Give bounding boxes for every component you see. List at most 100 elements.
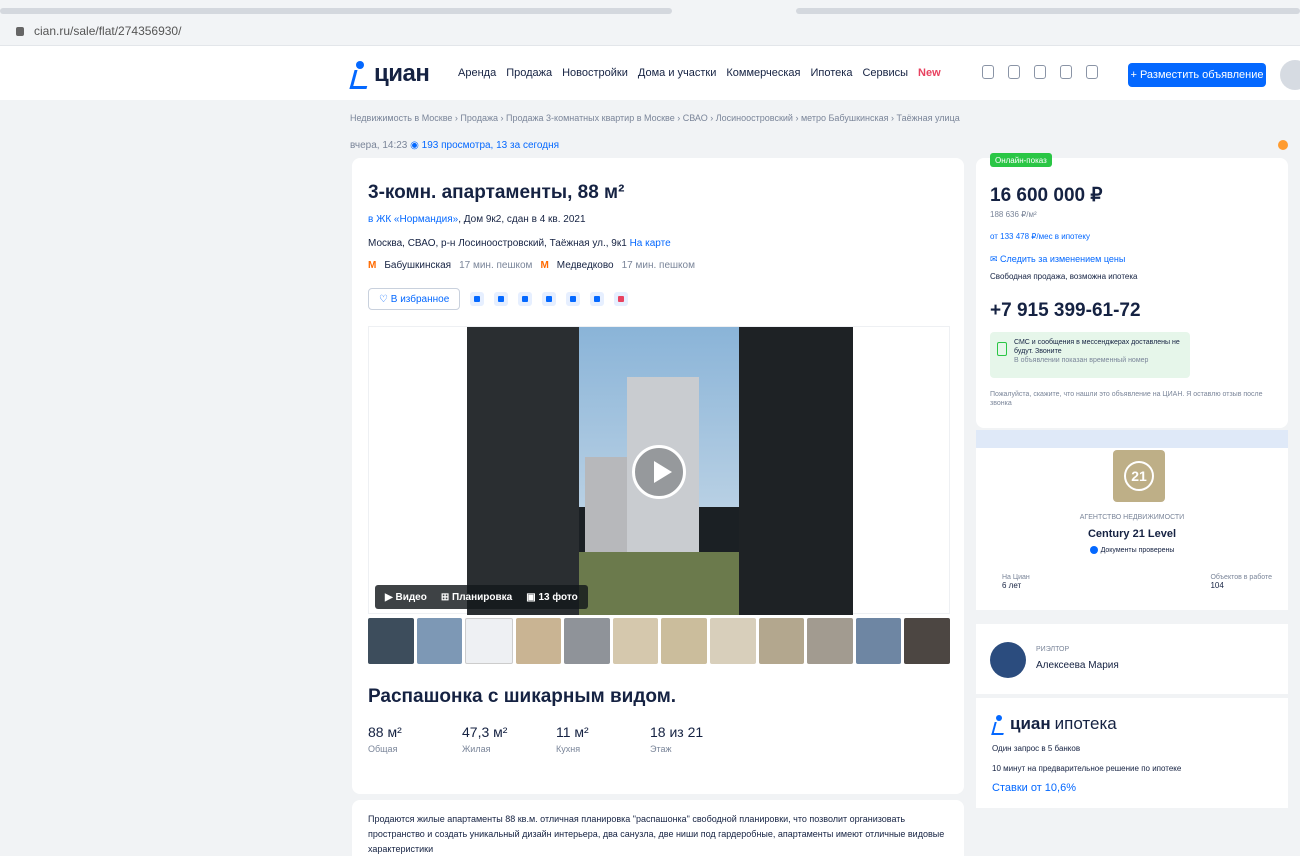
thumbnail[interactable] [416, 618, 463, 664]
price-per-m2: 188 636 ₽/м² [990, 210, 1037, 219]
agency-name[interactable]: Century 21 Level [976, 528, 1288, 540]
edit-icon[interactable] [518, 292, 533, 306]
mail-icon: ✉ [990, 254, 1001, 264]
stat-living-area: 47,3 м² Жилая [462, 724, 556, 754]
photo-building [467, 327, 579, 615]
agency-logo[interactable]: 21 [1113, 450, 1165, 502]
call-notice: Пожалуйста, скажите, что нашли это объяв… [990, 391, 1263, 407]
online-show-badge: Онлайн-показ [990, 153, 1052, 167]
saved-search-icon[interactable] [1060, 65, 1072, 79]
realtor-name[interactable]: Алексеева Мария [1036, 660, 1119, 671]
metro-station[interactable]: Бабушкинская [384, 260, 451, 271]
play-icon[interactable] [632, 445, 686, 499]
cian-logo-icon [350, 61, 370, 87]
phone-number[interactable]: +7 915 399-61-72 [990, 300, 1141, 322]
logo-text: циан [374, 60, 430, 87]
share-icon[interactable] [494, 292, 509, 306]
thumbnail[interactable] [515, 618, 562, 664]
stat-kitchen-area: 11 м² Кухня [556, 724, 650, 754]
nav-item-new[interactable]: New [918, 67, 941, 79]
thumbnail[interactable] [564, 618, 610, 664]
agency-stat-years: На Циан 6 лет [1002, 574, 1030, 590]
stat-label: Кухня [556, 744, 581, 754]
report-icon[interactable] [614, 292, 629, 306]
stat-value: 88 м² [368, 724, 402, 740]
address: Москва, СВАО, р-н Лосиноостровский, Таёж… [368, 238, 671, 249]
listing-date: вчера, 14:23 [350, 140, 408, 151]
stat-floor: 18 из 21 Этаж [650, 724, 744, 754]
stat-label: Общая [368, 744, 398, 754]
photos-tab[interactable]: ▣ 13 фото [526, 592, 577, 603]
ipoteka-line: Один запрос в 5 банков [992, 744, 1081, 753]
download-icon[interactable] [542, 292, 557, 306]
thumbnail[interactable] [855, 618, 902, 664]
nav-item-commercial[interactable]: Коммерческая [726, 67, 800, 79]
cian-logo[interactable]: циан [350, 60, 430, 88]
nav-item-services[interactable]: Сервисы [862, 67, 908, 79]
print-icon[interactable] [566, 292, 581, 306]
agency-stat-objects: Объектов в работе 104 [1210, 574, 1272, 590]
agency-stat-label: На Циан [1002, 574, 1030, 581]
agency-verified: Документы проверены [976, 546, 1288, 554]
eye-icon: ◉ [410, 140, 422, 151]
thumbnail[interactable] [465, 618, 513, 664]
metro-station[interactable]: Медведково [557, 260, 614, 271]
agency-card: 21 АГЕНТСТВО НЕДВИЖИМОСТИ Century 21 Lev… [976, 448, 1288, 610]
nav-item-sale[interactable]: Продажа [506, 67, 552, 79]
nav-item-newbuild[interactable]: Новостройки [562, 67, 628, 79]
metro-time: 17 мин. пешком [621, 260, 695, 271]
views-count[interactable]: 193 просмотра, 13 за сегодня [422, 140, 559, 151]
complex-link[interactable]: в ЖК «Нормандия» [368, 214, 458, 225]
thumbnail[interactable] [758, 618, 805, 664]
media-tabs: ▶ Видео ⊞ Планировка ▣ 13 фото [375, 585, 588, 609]
nav-item-rent[interactable]: Аренда [458, 67, 496, 79]
nav-item-houses[interactable]: Дома и участки [638, 67, 716, 79]
post-ad-button[interactable]: + Разместить объявление [1128, 63, 1266, 87]
lock-icon [16, 26, 24, 36]
favorite-button[interactable]: ♡ В избранное [368, 288, 461, 310]
thumbnail[interactable] [904, 618, 950, 664]
notification-icon[interactable] [1086, 65, 1098, 79]
thumbnail-strip [368, 618, 950, 666]
compare-icon[interactable] [470, 292, 485, 306]
url-text: cian.ru/sale/flat/274356930/ [34, 24, 182, 38]
header-icons [982, 65, 1098, 79]
compare-icon[interactable] [982, 65, 994, 79]
thumbnail[interactable] [710, 618, 756, 664]
stat-total-area: 88 м² Общая [368, 724, 462, 754]
stat-label: Этаж [650, 744, 672, 754]
realtor-card[interactable]: РИЭЛТОР Алексеева Мария [976, 624, 1288, 694]
sms-warning: СМС и сообщения в мессенджерах доставлен… [990, 332, 1190, 378]
breadcrumb[interactable]: Недвижимость в Москве › Продажа › Продаж… [350, 113, 1070, 123]
hide-icon[interactable] [590, 292, 605, 306]
nav-item-mortgage[interactable]: Ипотека [811, 67, 853, 79]
thumbnail[interactable] [612, 618, 659, 664]
heart-icon[interactable] [1034, 65, 1046, 79]
agency-verified-label: Документы проверены [1100, 546, 1175, 554]
plan-tab[interactable]: ⊞ Планировка [441, 592, 512, 603]
agency-stat-label: Объектов в работе [1210, 574, 1272, 581]
browser-chrome: cian.ru/sale/flat/274356930/ [0, 0, 1300, 46]
metro-icon: М [368, 260, 377, 271]
gear-icon[interactable] [1278, 140, 1288, 150]
photo-courtyard [579, 552, 739, 615]
description-text: Продаются жилые апартаменты 88 кв.м. отл… [368, 814, 945, 854]
mortgage-link[interactable]: от 133 478 ₽/мес в ипотеку [990, 232, 1090, 241]
map-link[interactable]: На карте [630, 238, 671, 249]
stat-label: Жилая [462, 744, 491, 754]
video-tab[interactable]: ▶ Видео [385, 592, 427, 603]
listing-meta: вчера, 14:23 ◉ 193 просмотра, 13 за сего… [350, 140, 559, 151]
ipoteka-word: ипотека [1054, 714, 1117, 733]
thumbnail[interactable] [807, 618, 853, 664]
address-bar[interactable]: cian.ru/sale/flat/274356930/ [16, 20, 181, 42]
follow-price-link[interactable]: ✉ Следить за изменением цены [990, 254, 1125, 265]
metro-time: 17 мин. пешком [459, 260, 533, 271]
thumbnail[interactable] [661, 618, 708, 664]
complex-info: в ЖК «Нормандия», Дом 9к2, сдан в 4 кв. … [368, 214, 586, 225]
chat-icon[interactable] [1008, 65, 1020, 79]
sms-warning-sub: В объявлении показан временный номер [1014, 357, 1149, 364]
thumbnail[interactable] [368, 618, 414, 664]
ipoteka-rate-link[interactable]: Ставки от 10,6% [992, 782, 1076, 794]
main-photo[interactable] [467, 327, 853, 615]
user-avatar[interactable] [1280, 60, 1300, 90]
